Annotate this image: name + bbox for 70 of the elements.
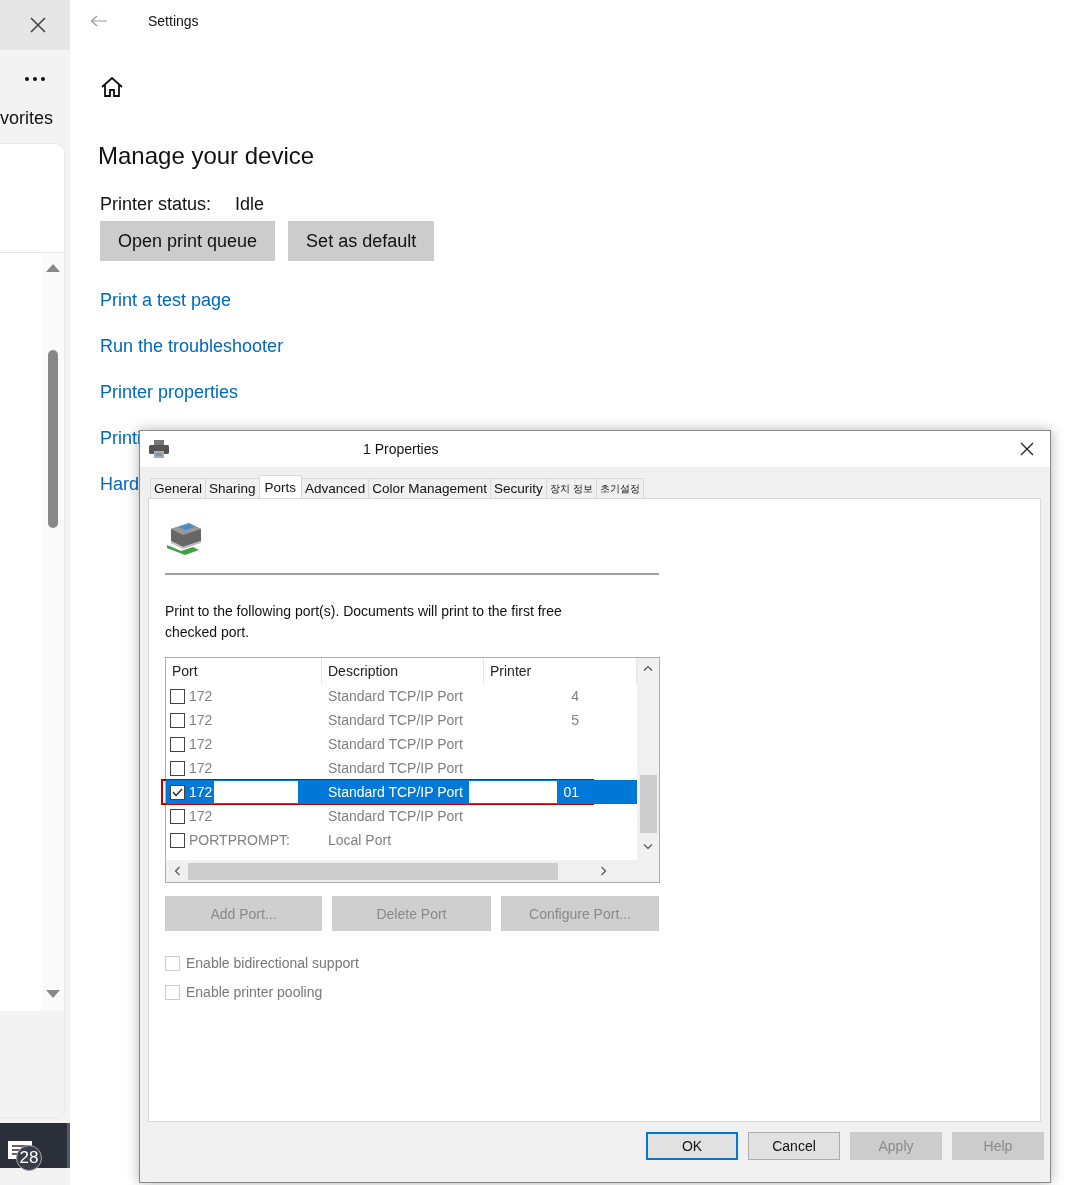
action-button[interactable]: Set as default <box>288 221 435 261</box>
tab[interactable]: Ports <box>258 475 303 498</box>
column-header[interactable]: Port <box>166 658 322 684</box>
window-title: Settings <box>148 13 199 29</box>
settings-link[interactable]: Print a test page <box>100 289 232 311</box>
tab[interactable]: Security <box>489 478 547 498</box>
port-name: 172 <box>189 712 213 728</box>
port-description: Standard TCP/IP Port <box>328 760 463 776</box>
settings-link[interactable]: Hard <box>100 473 139 495</box>
port-name: 172 <box>189 808 213 824</box>
checkbox[interactable] <box>170 784 185 800</box>
port-description: Standard TCP/IP Port <box>328 808 463 824</box>
checkbox[interactable] <box>170 808 185 824</box>
scroll-down-icon[interactable] <box>643 844 653 850</box>
port-description: Standard TCP/IP Port <box>328 712 463 728</box>
scroll-down-icon[interactable] <box>46 990 60 999</box>
network-printer-icon <box>165 521 203 555</box>
tab[interactable]: Color Management <box>368 478 491 498</box>
dialog-button[interactable]: Cancel <box>748 1132 840 1160</box>
scroll-left-icon[interactable] <box>174 866 180 876</box>
back-arrow-icon[interactable] <box>90 15 108 27</box>
scrollbar-thumb[interactable] <box>48 350 58 528</box>
port-description: Standard TCP/IP Port <box>328 736 463 752</box>
checkbox[interactable] <box>170 688 185 704</box>
tab[interactable]: General <box>150 478 207 498</box>
settings-link[interactable]: Run the troubleshooter <box>100 335 284 357</box>
checkbox-label: Enable bidirectional support <box>186 955 359 971</box>
notification-badge: 28 <box>16 1145 42 1171</box>
scrollbar-thumb[interactable] <box>639 775 657 833</box>
dialog-button[interactable]: OK <box>646 1132 738 1160</box>
checkbox[interactable] <box>170 832 185 848</box>
port-description: Standard TCP/IP Port <box>328 784 463 800</box>
settings-link[interactable]: Printer properties <box>100 381 239 403</box>
home-icon[interactable] <box>100 76 124 98</box>
close-icon[interactable] <box>30 17 46 33</box>
port-name: 172 <box>189 688 213 704</box>
port-name: 172 <box>189 784 213 800</box>
close-icon[interactable] <box>1020 442 1034 456</box>
checkbox[interactable] <box>170 760 185 776</box>
horizontal-scrollbar[interactable] <box>166 860 637 882</box>
scroll-right-icon[interactable] <box>601 866 607 876</box>
instruction-text: Print to the following port(s). Documents will print to the first free checked port. <box>165 602 563 642</box>
status-label: Printer status: <box>100 194 212 215</box>
checkbox[interactable] <box>170 736 185 752</box>
page-heading: Manage your device <box>98 142 316 170</box>
printer-icon <box>149 440 169 458</box>
vertical-scrollbar[interactable] <box>637 658 659 860</box>
dialog-title: 1 Properties <box>363 441 440 457</box>
more-icon[interactable] <box>24 76 46 82</box>
scroll-up-icon[interactable] <box>46 263 60 272</box>
port-description: Local Port <box>328 832 392 848</box>
scrollbar-thumb[interactable] <box>188 862 558 880</box>
printer-name: 5 <box>571 712 579 728</box>
port-name: 172 <box>189 736 213 752</box>
favorites-label[interactable]: vorites <box>0 108 53 129</box>
port-name: PORTPROMPT: <box>189 832 290 848</box>
tab[interactable]: 초기설정 <box>595 478 644 498</box>
scroll-up-icon[interactable] <box>643 665 653 671</box>
checkbox[interactable] <box>170 712 185 728</box>
port-name: 172 <box>189 760 213 776</box>
scrollbar[interactable] <box>42 253 64 1011</box>
check-icon <box>172 787 183 797</box>
column-header[interactable]: Description <box>322 658 484 684</box>
action-button[interactable]: Open print queue <box>100 221 276 261</box>
status-value: Idle <box>235 194 265 215</box>
port-description: Standard TCP/IP Port <box>328 688 463 704</box>
checkbox-label: Enable printer pooling <box>186 984 323 1000</box>
printer-name: 01 <box>563 784 579 800</box>
tab[interactable]: Sharing <box>205 478 260 498</box>
printer-name: 4 <box>571 688 579 704</box>
